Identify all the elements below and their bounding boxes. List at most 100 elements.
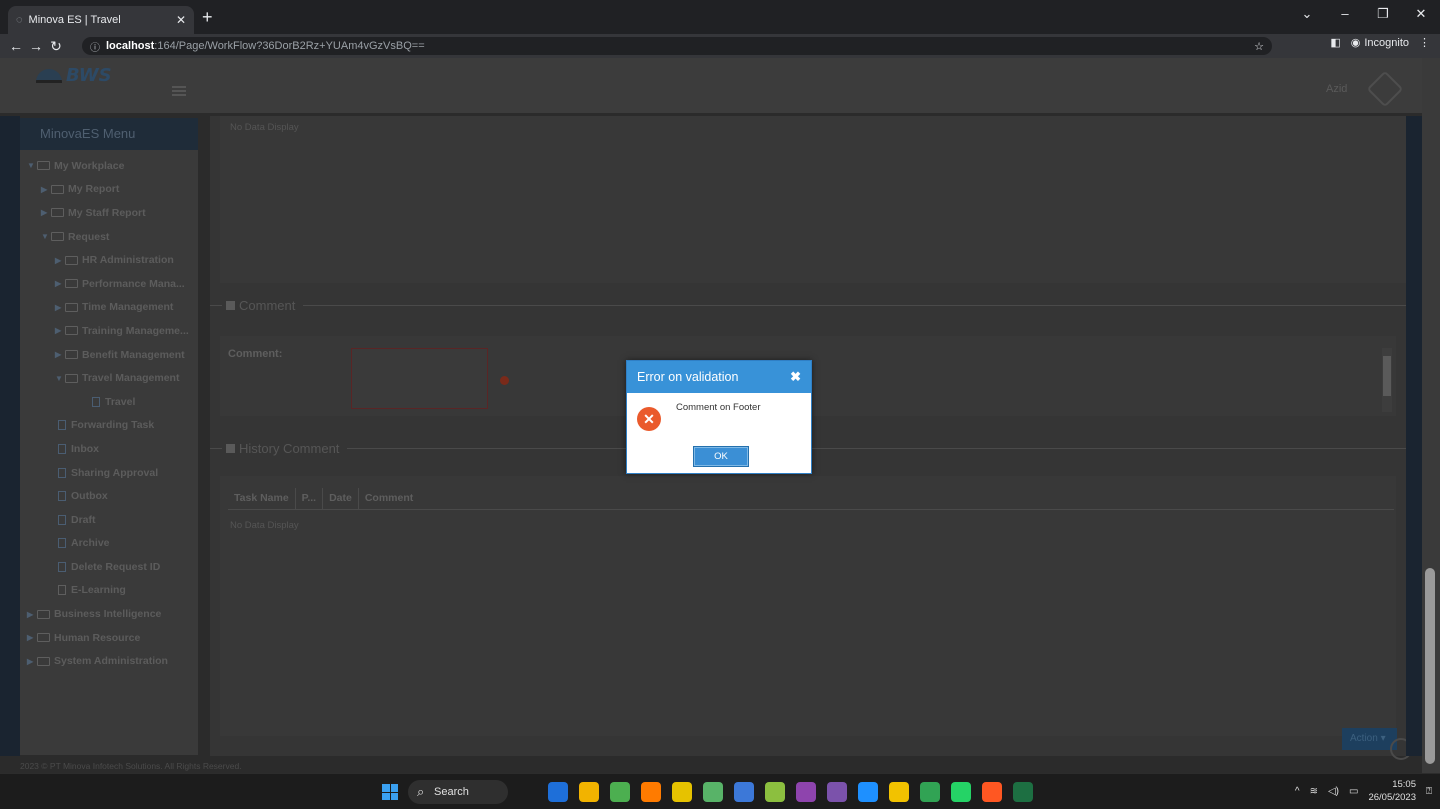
sidebar-item[interactable]: Sharing Approval <box>20 461 198 485</box>
sidebar-item[interactable]: ▶ Performance Mana... <box>20 272 198 296</box>
sidebar-item[interactable]: ▶ Time Management <box>20 296 198 320</box>
action-button[interactable]: Action ▾ <box>1342 728 1397 750</box>
browser-tab[interactable]: ◌ Minova ES | Travel ✕ <box>8 6 194 34</box>
reload-button[interactable]: ↻ <box>46 38 66 55</box>
sidebar-item-label: E-Learning <box>71 584 126 597</box>
sidebar-item[interactable]: ▶ My Staff Report <box>20 201 198 225</box>
taskbar-search[interactable]: Search <box>408 780 508 804</box>
taskbar-app-icon[interactable] <box>641 782 661 802</box>
sidebar-item[interactable]: Archive <box>20 532 198 556</box>
grid-column-header[interactable]: Task Name <box>228 488 296 509</box>
ok-button[interactable]: OK <box>693 446 749 467</box>
left-edge-bar <box>0 116 20 756</box>
side-panel-icon[interactable]: ◧ <box>1330 36 1340 49</box>
site-info-icon[interactable]: ⓘ <box>90 39 100 54</box>
expand-right-icon[interactable]: ▶ <box>41 185 51 194</box>
app-header: BWS Azid <box>0 58 1422 113</box>
battery-icon[interactable]: ▭ <box>1349 786 1358 797</box>
taskbar-app-icon[interactable] <box>703 782 723 802</box>
taskbar-app-icon[interactable] <box>827 782 847 802</box>
clock[interactable]: 15:05 26/05/2023 <box>1368 778 1416 804</box>
taskbar-app-icon[interactable] <box>951 782 971 802</box>
sidebar-item[interactable]: ▼ Request <box>20 225 198 249</box>
comment-textarea[interactable] <box>351 348 488 409</box>
sidebar-item[interactable]: ▼ My Workplace <box>20 154 198 178</box>
tab-search-icon[interactable]: ⌄ <box>1288 0 1326 30</box>
notification-icon[interactable]: ⍰ <box>1426 786 1432 797</box>
sidebar-item[interactable]: ▶ Training Manageme... <box>20 319 198 343</box>
taskbar-app-icon[interactable] <box>548 782 568 802</box>
sidebar-item[interactable]: ▶ My Report <box>20 178 198 202</box>
close-window-button[interactable]: ✕ <box>1402 0 1440 30</box>
sidebar-item[interactable]: Travel <box>20 390 198 414</box>
sidebar-item[interactable]: ▶ Benefit Management <box>20 343 198 367</box>
incognito-badge[interactable]: ◉ Incognito <box>1351 36 1409 50</box>
error-dialog: Error on validation ✖ ✕ Comment on Foote… <box>626 360 812 474</box>
right-edge-bar <box>1406 116 1422 756</box>
document-icon <box>58 561 66 572</box>
sidebar-item[interactable]: ▶ Human Resource <box>20 626 198 650</box>
expand-right-icon[interactable]: ▶ <box>55 303 65 312</box>
sidebar-item[interactable]: ▶ System Administration <box>20 649 198 673</box>
comment-section-header[interactable]: Comment <box>210 295 1406 315</box>
expand-right-icon[interactable]: ▶ <box>41 208 51 217</box>
taskbar-app-icon[interactable] <box>734 782 754 802</box>
sidebar-item[interactable]: ▶ Business Intelligence <box>20 602 198 626</box>
expand-right-icon[interactable]: ▶ <box>55 279 65 288</box>
forward-button[interactable]: → <box>26 38 46 54</box>
expand-down-icon[interactable]: ▼ <box>55 374 65 383</box>
comment-scrollbar[interactable] <box>1382 348 1392 412</box>
taskbar-app-icon[interactable] <box>765 782 785 802</box>
restore-button[interactable]: ❐ <box>1364 0 1402 30</box>
sidebar-item[interactable]: ▶ HR Administration <box>20 248 198 272</box>
expand-right-icon[interactable]: ▶ <box>55 256 65 265</box>
sidebar-item[interactable]: Inbox <box>20 437 198 461</box>
windows-start-icon[interactable] <box>382 784 398 800</box>
sidebar-item[interactable]: Draft <box>20 508 198 532</box>
taskbar-app-icon[interactable] <box>1013 782 1033 802</box>
sidebar-item[interactable]: ▼ Travel Management <box>20 366 198 390</box>
expand-down-icon[interactable]: ▼ <box>41 232 51 241</box>
tab-close-icon[interactable]: ✕ <box>176 13 186 27</box>
taskbar-app-icon[interactable] <box>982 782 1002 802</box>
taskbar-app-icon[interactable] <box>672 782 692 802</box>
back-button[interactable]: ← <box>6 38 26 54</box>
cube-icon[interactable] <box>1366 70 1404 108</box>
grid-column-header[interactable]: Comment <box>359 488 419 509</box>
volume-icon[interactable]: ◁) <box>1328 786 1339 797</box>
collapse-icon[interactable] <box>226 300 235 310</box>
expand-right-icon[interactable]: ▶ <box>27 657 37 666</box>
sidebar-item[interactable]: Forwarding Task <box>20 414 198 438</box>
taskbar-app-icon[interactable] <box>920 782 940 802</box>
url-bar[interactable]: ⓘ localhost:164/Page/WorkFlow?36DorB2Rz+… <box>82 37 1272 55</box>
expand-right-icon[interactable]: ▶ <box>55 326 65 335</box>
taskbar-app-icon[interactable] <box>796 782 816 802</box>
close-icon[interactable]: ✖ <box>790 369 801 385</box>
grid-column-header[interactable]: P... <box>296 488 324 509</box>
page-scrollbar-thumb[interactable] <box>1425 568 1435 764</box>
user-name[interactable]: Azid <box>1326 83 1347 95</box>
sidebar-item[interactable]: E-Learning <box>20 579 198 603</box>
expand-down-icon[interactable]: ▼ <box>27 161 37 170</box>
taskbar-app-icon[interactable] <box>858 782 878 802</box>
taskbar-app-icon[interactable] <box>610 782 630 802</box>
expand-right-icon[interactable]: ▶ <box>27 610 37 619</box>
expand-right-icon[interactable]: ▶ <box>27 633 37 642</box>
expand-right-icon[interactable]: ▶ <box>55 350 65 359</box>
bookmark-star-icon[interactable]: ☆ <box>1254 40 1264 53</box>
new-tab-button[interactable]: + <box>202 7 213 27</box>
taskbar-app-icon[interactable] <box>889 782 909 802</box>
browser-menu-icon[interactable]: ⋮ <box>1419 36 1430 49</box>
minimize-button[interactable]: – <box>1326 0 1364 30</box>
wifi-icon[interactable]: ≋ <box>1310 786 1318 797</box>
sidebar-item-label: Travel <box>105 395 136 408</box>
grid-column-header[interactable]: Date <box>323 488 359 509</box>
taskbar-app-icon[interactable] <box>579 782 599 802</box>
url-host: localhost <box>106 40 155 52</box>
collapse-icon[interactable] <box>226 443 235 453</box>
top-grid-panel <box>220 116 1406 283</box>
sidebar-item[interactable]: Outbox <box>20 484 198 508</box>
menu-toggle-icon[interactable] <box>172 84 186 98</box>
tray-chevron-icon[interactable]: ^ <box>1295 786 1300 797</box>
sidebar-item[interactable]: Delete Request ID <box>20 555 198 579</box>
